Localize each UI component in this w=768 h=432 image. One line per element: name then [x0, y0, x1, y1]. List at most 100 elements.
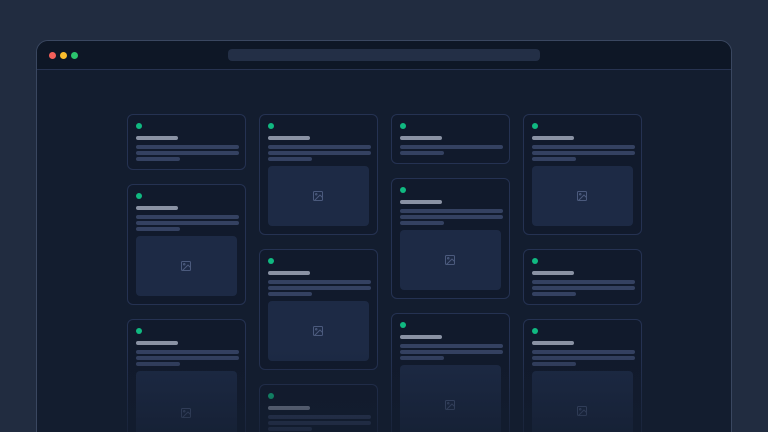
- status-dot: [400, 187, 406, 193]
- skeleton-text-line: [532, 157, 576, 161]
- feed-card[interactable]: [127, 184, 246, 305]
- image-icon: [576, 190, 588, 202]
- status-dot: [532, 258, 538, 264]
- feed-card[interactable]: [127, 319, 246, 432]
- skeleton-text-line: [136, 350, 239, 354]
- skeleton-text-line: [136, 215, 239, 219]
- image-icon: [312, 325, 324, 337]
- status-dot: [400, 322, 406, 328]
- skeleton-text-line: [268, 280, 371, 284]
- skeleton-title: [136, 206, 178, 210]
- feed-card[interactable]: [391, 178, 510, 299]
- skeleton-text-line: [136, 362, 180, 366]
- image-placeholder: [532, 166, 633, 226]
- skeleton-title: [400, 200, 442, 204]
- status-dot: [136, 193, 142, 199]
- skeleton-text-line: [400, 356, 444, 360]
- skeleton-text-line: [268, 427, 312, 431]
- skeleton-text-line: [532, 356, 635, 360]
- image-placeholder: [136, 236, 237, 296]
- skeleton-title: [532, 136, 574, 140]
- status-dot: [532, 328, 538, 334]
- traffic-lights: [49, 41, 78, 69]
- skeleton-text-line: [400, 350, 503, 354]
- maximize-window-button[interactable]: [71, 52, 78, 59]
- skeleton-title: [268, 271, 310, 275]
- browser-viewport: [37, 70, 731, 432]
- image-placeholder: [400, 365, 501, 432]
- image-icon: [312, 190, 324, 202]
- skeleton-text-line: [400, 344, 503, 348]
- skeleton-text-line: [532, 145, 635, 149]
- skeleton-text-line: [400, 215, 503, 219]
- skeleton-text-line: [136, 145, 239, 149]
- feed-column-2: [259, 114, 378, 432]
- image-placeholder: [400, 230, 501, 290]
- status-dot: [532, 123, 538, 129]
- feed-column-4: [523, 114, 642, 432]
- image-icon: [444, 399, 456, 411]
- minimize-window-button[interactable]: [60, 52, 67, 59]
- browser-window: [36, 40, 732, 432]
- skeleton-title: [532, 271, 574, 275]
- skeleton-text-line: [268, 151, 371, 155]
- feed-card[interactable]: [523, 249, 642, 305]
- feed-card[interactable]: [259, 114, 378, 235]
- feed-card[interactable]: [391, 114, 510, 164]
- status-dot: [136, 123, 142, 129]
- skeleton-text-line: [400, 209, 503, 213]
- feed-card[interactable]: [259, 384, 378, 432]
- image-placeholder: [136, 371, 237, 432]
- skeleton-text-line: [136, 356, 239, 360]
- skeleton-title: [400, 335, 442, 339]
- close-window-button[interactable]: [49, 52, 56, 59]
- feed-card[interactable]: [259, 249, 378, 370]
- image-icon: [180, 260, 192, 272]
- skeleton-text-line: [136, 227, 180, 231]
- skeleton-text-line: [532, 151, 635, 155]
- skeleton-text-line: [532, 280, 635, 284]
- skeleton-text-line: [532, 286, 635, 290]
- image-icon: [444, 254, 456, 266]
- image-icon: [180, 407, 192, 419]
- feed-card[interactable]: [391, 313, 510, 432]
- status-dot: [400, 123, 406, 129]
- skeleton-text-line: [400, 151, 444, 155]
- feed-grid: [37, 114, 731, 432]
- desktop-background: [0, 0, 768, 432]
- skeleton-text-line: [268, 421, 371, 425]
- skeleton-text-line: [400, 145, 503, 149]
- skeleton-text-line: [532, 350, 635, 354]
- skeleton-title: [136, 341, 178, 345]
- image-placeholder: [268, 166, 369, 226]
- skeleton-title: [268, 136, 310, 140]
- browser-titlebar: [37, 41, 731, 70]
- feed-card[interactable]: [127, 114, 246, 170]
- address-bar[interactable]: [228, 49, 540, 61]
- skeleton-title: [268, 406, 310, 410]
- skeleton-text-line: [268, 415, 371, 419]
- feed-column-3: [391, 114, 510, 432]
- skeleton-text-line: [268, 292, 312, 296]
- image-placeholder: [268, 301, 369, 361]
- skeleton-text-line: [268, 286, 371, 290]
- status-dot: [268, 258, 274, 264]
- status-dot: [268, 123, 274, 129]
- status-dot: [136, 328, 142, 334]
- feed-card[interactable]: [523, 319, 642, 432]
- skeleton-text-line: [268, 145, 371, 149]
- skeleton-text-line: [532, 292, 576, 296]
- skeleton-text-line: [136, 151, 239, 155]
- skeleton-text-line: [136, 221, 239, 225]
- image-icon: [576, 405, 588, 417]
- skeleton-title: [532, 341, 574, 345]
- feed-card[interactable]: [523, 114, 642, 235]
- status-dot: [268, 393, 274, 399]
- skeleton-text-line: [532, 362, 576, 366]
- skeleton-title: [136, 136, 178, 140]
- feed-column-1: [127, 114, 246, 432]
- skeleton-text-line: [136, 157, 180, 161]
- skeleton-text-line: [400, 221, 444, 225]
- skeleton-text-line: [268, 157, 312, 161]
- image-placeholder: [532, 371, 633, 432]
